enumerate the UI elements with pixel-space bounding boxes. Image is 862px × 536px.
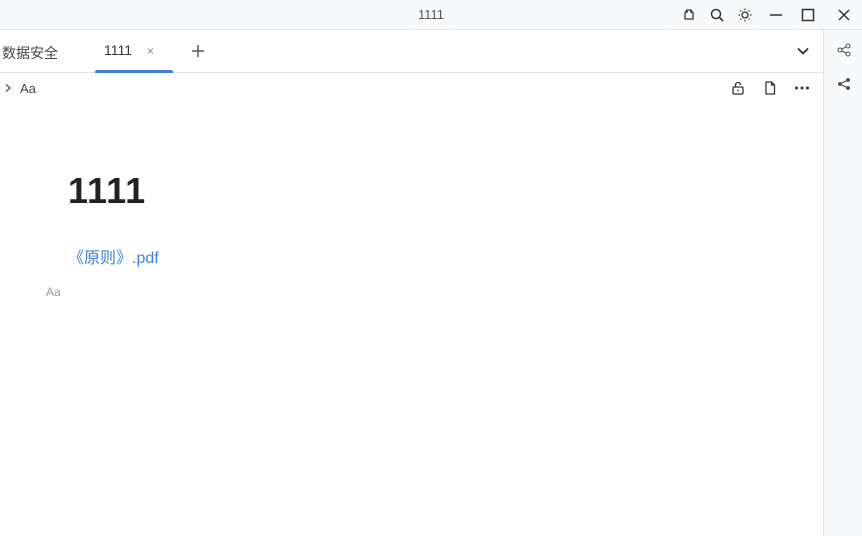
close-icon[interactable] [834,5,854,25]
title-bar: 1111 [0,0,862,30]
tab-list-dropdown[interactable] [794,42,812,60]
search-icon[interactable] [707,5,727,25]
unlock-icon[interactable] [729,79,747,97]
more-options-icon[interactable] [793,79,811,97]
tab-label: 1111 [104,42,133,58]
chevron-down-icon [797,47,809,55]
theme-sun-icon[interactable] [735,5,755,25]
active-tab-indicator [95,70,173,73]
tab-1111[interactable]: 1111 × [95,30,173,73]
block-style-placeholder[interactable]: Aa [46,285,61,299]
font-style-toggle[interactable]: Aa [20,81,36,96]
chevron-right-icon[interactable] [2,82,14,94]
plus-icon [192,45,204,57]
maximize-icon[interactable] [798,5,818,25]
window-title: 1111 [417,7,445,22]
add-tab-button[interactable] [189,42,207,60]
document-title[interactable]: 1111 [68,170,146,212]
tab-data-security[interactable]: 数据安全 [2,43,58,63]
tab-bar: 数据安全 1111 × [0,30,823,73]
pdf-file-link[interactable]: 《原则》.pdf [68,244,159,268]
share-icon[interactable] [836,76,852,92]
right-sidebar [823,30,862,536]
minimize-icon[interactable] [766,5,786,25]
tab-close-icon[interactable]: × [147,44,154,58]
share-outline-icon[interactable] [836,42,852,58]
plugin-icon[interactable] [679,5,699,25]
file-icon[interactable] [761,79,779,97]
document-toolbar: Aa [0,74,823,102]
